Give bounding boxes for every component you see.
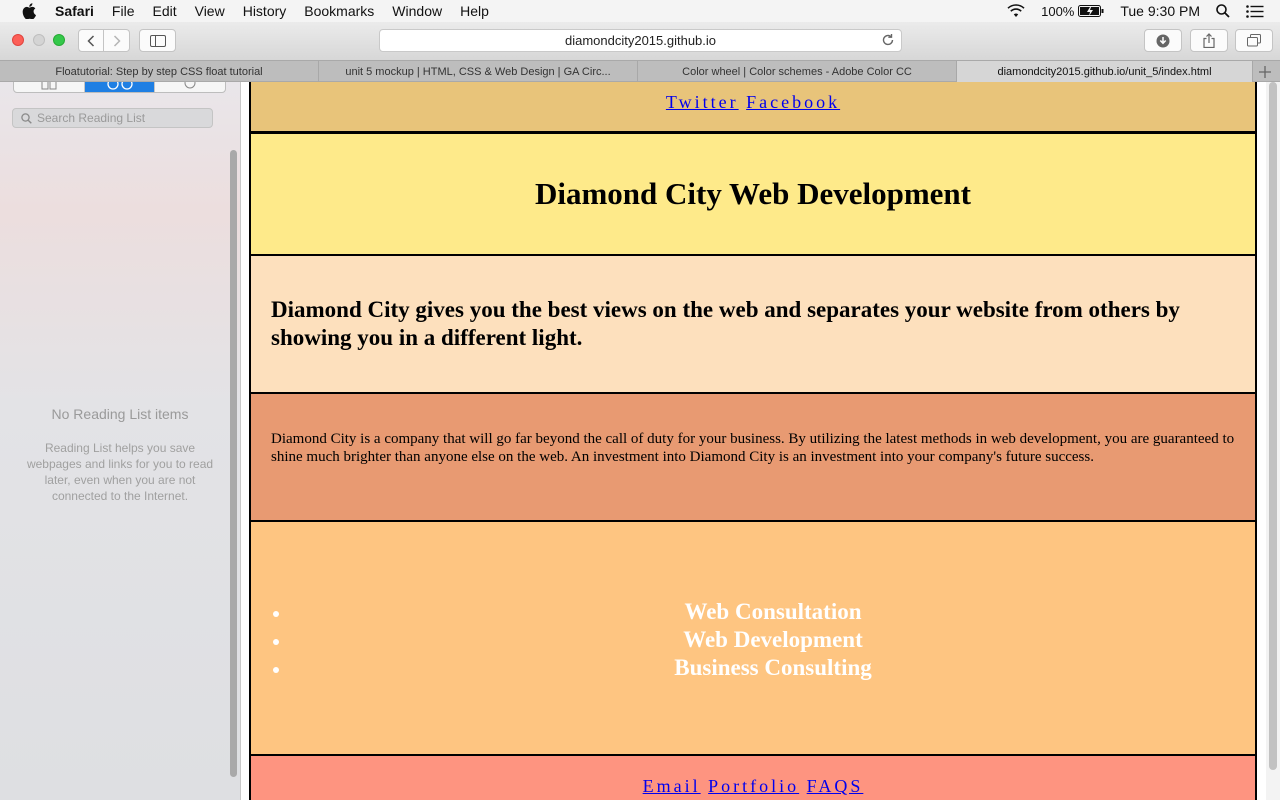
reading-list-search[interactable]: Search Reading List [12,108,213,128]
shared-links-tab[interactable] [155,82,225,92]
faqs-link[interactable]: FAQS [807,776,864,796]
download-icon [1156,34,1170,47]
web-page-content: Twitter Facebook Diamond City Web Develo… [241,82,1280,800]
back-button[interactable] [78,29,104,52]
reload-icon[interactable] [881,33,895,50]
browser-toolbar: diamondcity2015.github.io [0,22,1280,60]
list-item: Business Consulting [291,654,1255,682]
book-icon [41,82,57,89]
apple-icon[interactable] [21,3,37,19]
new-tab-button[interactable] [1253,61,1277,82]
tagline-text: Diamond City gives you the best views on… [271,297,1180,350]
address-bar[interactable]: diamondcity2015.github.io [379,29,902,52]
list-item: Web Consultation [291,598,1255,626]
chevron-right-icon [113,34,121,47]
sidebar-scrollbar[interactable] [230,150,237,777]
services-section: Web Consultation Web Development Busines… [249,520,1257,756]
menu-file[interactable]: File [112,3,135,19]
tabs-icon [1247,34,1261,47]
battery-percentage: 100% [1041,3,1075,19]
sidebar-segment-control [13,82,226,93]
twitter-link[interactable]: Twitter [666,92,739,112]
spotlight-search-icon[interactable] [1216,4,1230,18]
tab-diamondcity-active[interactable]: diamondcity2015.github.io/unit_5/index.h… [957,61,1253,82]
menu-bar: Safari File Edit View History Bookmarks … [0,0,1280,22]
social-links-section: Twitter Facebook [249,82,1257,133]
close-window-button[interactable] [12,34,24,46]
search-icon [21,112,32,124]
list-item: Web Development [291,626,1255,654]
notification-center-icon[interactable] [1246,4,1264,18]
menu-app-name[interactable]: Safari [55,3,94,19]
chevron-left-icon [87,34,95,47]
forward-button[interactable] [104,29,130,52]
sidebar-toggle-button[interactable] [139,29,176,52]
menu-window[interactable]: Window [392,3,442,19]
page-header-section: Diamond City Web Development [249,132,1257,256]
menu-help[interactable]: Help [460,3,489,19]
reading-list-sidebar: Search Reading List No Reading List item… [0,82,241,800]
reading-list-tab[interactable] [84,82,156,92]
email-link[interactable]: Email [643,776,701,796]
page-scrollbar-track [1266,82,1280,800]
zoom-window-button[interactable] [53,34,65,46]
portfolio-link[interactable]: Portfolio [708,776,799,796]
downloads-button[interactable] [1144,29,1182,52]
tab-color-wheel[interactable]: Color wheel | Color schemes - Adobe Colo… [638,61,957,82]
empty-state-description: Reading List helps you save webpages and… [26,441,214,503]
wifi-icon[interactable] [1007,4,1025,18]
about-section: Diamond City is a company that will go f… [249,392,1257,522]
search-placeholder: Search Reading List [37,111,146,125]
plus-icon [1259,65,1271,78]
services-list: Web Consultation Web Development Busines… [251,598,1255,682]
tagline-section: Diamond City gives you the best views on… [249,254,1257,394]
clock[interactable]: Tue 9:30 PM [1120,3,1200,19]
empty-state-title: No Reading List items [51,406,189,422]
minimize-window-button[interactable] [33,34,45,46]
sidebar-icon [149,34,166,47]
tab-bar: Floatutorial: Step by step CSS float tut… [0,60,1280,82]
address-text: diamondcity2015.github.io [564,33,717,48]
page-title: Diamond City Web Development [534,176,971,211]
tab-floatutorial[interactable]: Floatutorial: Step by step CSS float tut… [0,61,319,82]
glasses-icon [106,82,133,90]
menu-edit[interactable]: Edit [152,3,176,19]
menu-history[interactable]: History [243,3,287,19]
share-button[interactable] [1190,29,1228,52]
tab-overview-button[interactable] [1235,29,1273,52]
contact-links-section: Email Portfolio FAQS [249,754,1257,800]
menu-view[interactable]: View [195,3,225,19]
battery-icon[interactable] [1078,5,1104,17]
at-sign-icon [184,82,196,88]
bookmarks-tab[interactable] [14,82,85,92]
menu-bookmarks[interactable]: Bookmarks [304,3,374,19]
about-text: Diamond City is a company that will go f… [271,431,1235,465]
tab-unit5-mockup[interactable]: unit 5 mockup | HTML, CSS & Web Design |… [319,61,638,82]
page-scrollbar[interactable] [1269,82,1277,770]
share-icon [1203,33,1215,48]
facebook-link[interactable]: Facebook [746,92,840,112]
